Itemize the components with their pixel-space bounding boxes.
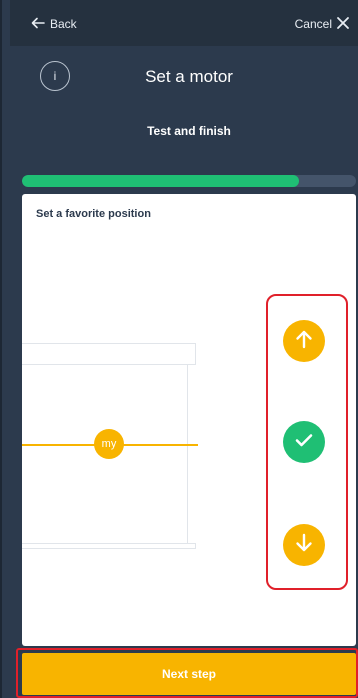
progress-bar [22, 175, 356, 187]
blind-bottom-rail [22, 543, 196, 549]
my-position-marker: my [94, 429, 124, 459]
info-icon[interactable]: i [40, 61, 70, 91]
top-bar: Back Cancel [10, 0, 358, 46]
back-label: Back [50, 17, 77, 31]
my-label: my [101, 438, 117, 450]
arrow-left-icon [30, 15, 46, 34]
blind-housing [22, 343, 196, 365]
check-icon [292, 428, 316, 457]
page-subtitle: Test and finish [147, 124, 231, 138]
arrow-up-icon [292, 327, 316, 356]
up-button[interactable] [283, 320, 325, 362]
down-button[interactable] [283, 524, 325, 566]
cancel-button[interactable]: Cancel [295, 14, 350, 34]
confirm-button[interactable] [283, 421, 325, 463]
progress-fill [22, 175, 300, 187]
close-icon [336, 16, 350, 33]
arrow-down-icon [292, 531, 316, 560]
card-title: Set a favorite position [36, 208, 151, 220]
next-step-button[interactable]: Next step [22, 653, 356, 695]
cancel-label: Cancel [294, 17, 332, 31]
back-button[interactable]: Back [30, 14, 77, 34]
info-icon-label: i [53, 69, 57, 83]
page-title: Set a motor [145, 67, 233, 86]
